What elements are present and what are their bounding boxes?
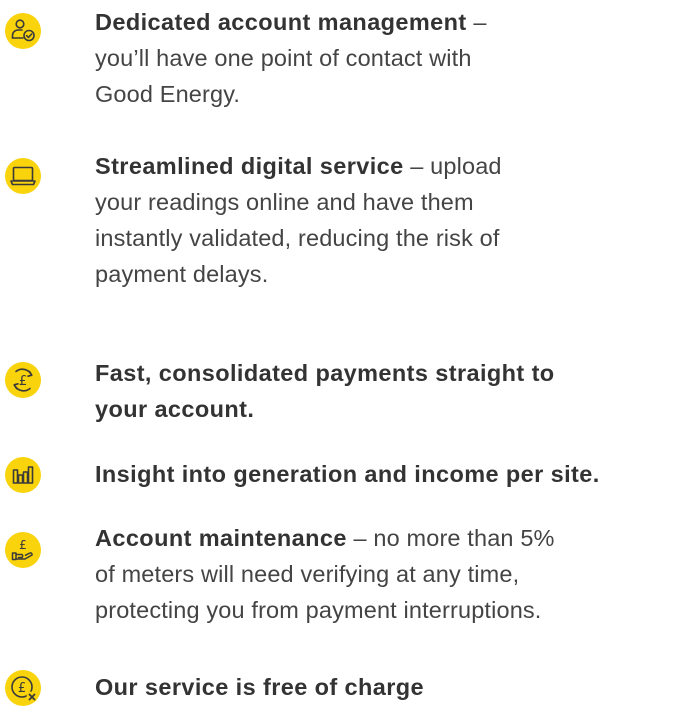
- feature-text-line: of meters will need verifying at any tim…: [95, 561, 520, 587]
- svg-text:£: £: [18, 681, 26, 696]
- feature-text-line: protecting you from payment interruption…: [95, 597, 542, 623]
- feature-text-line: payment delays.: [95, 261, 269, 287]
- bar-chart-icon: [4, 456, 42, 494]
- svg-text:£: £: [19, 538, 27, 552]
- feature-title-line: your account.: [95, 396, 255, 422]
- feature-separator: – upload: [403, 153, 502, 179]
- pound-cross-icon: £: [4, 669, 42, 707]
- feature-text-line: your readings online and have them: [95, 189, 474, 215]
- pound-refresh-icon: £: [4, 361, 42, 399]
- feature-title-line: Fast, consolidated payments straight to: [95, 360, 555, 386]
- feature-title: Dedicated account management: [95, 9, 467, 35]
- feature-text-line: you’ll have one point of contact with: [95, 45, 472, 71]
- feature-title: Our service is free of charge: [95, 674, 424, 700]
- feature-text-line: Good Energy.: [95, 81, 241, 107]
- feature-text-line: instantly validated, reducing the risk o…: [95, 225, 500, 251]
- feature-title: Account maintenance: [95, 525, 347, 551]
- svg-text:£: £: [19, 374, 27, 389]
- feature-separator: –: [466, 9, 487, 35]
- feature-title: Insight into generation and income per s…: [95, 461, 600, 487]
- feature-title: Streamlined digital service: [95, 153, 404, 179]
- feature-separator: – no more than 5%: [346, 525, 555, 551]
- laptop-icon: [4, 157, 42, 195]
- user-check-icon: [4, 12, 42, 50]
- pound-hand-icon: £: [4, 531, 42, 569]
